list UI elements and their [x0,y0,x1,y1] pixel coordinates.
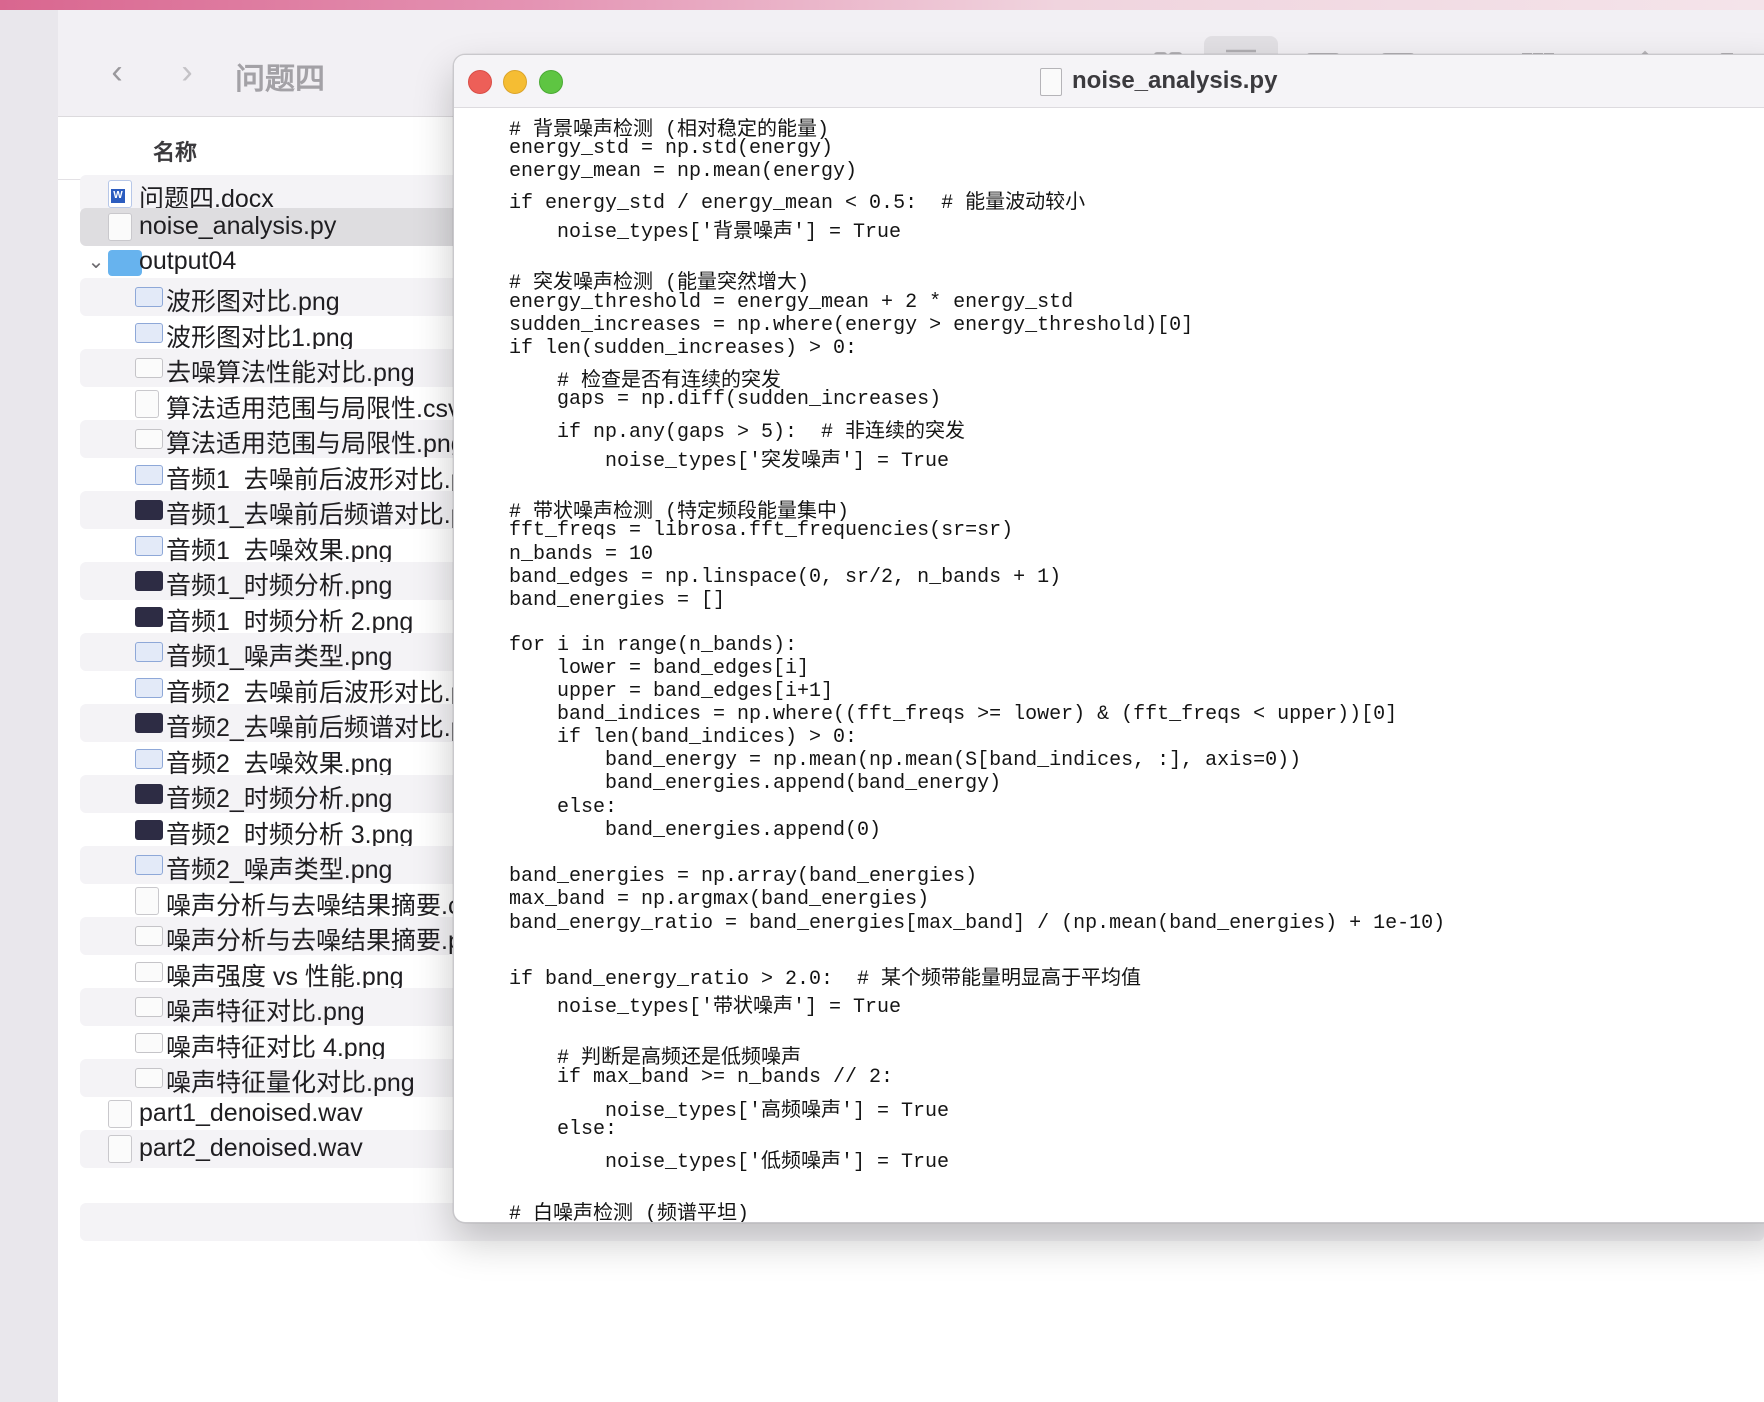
code-line: upper = band_edges[i+1] [509,680,834,703]
code-line: if energy_std / energy_mean < 0.5: # 能量波… [509,192,1086,215]
csv-file-icon [135,887,159,915]
image-file-icon [135,926,163,946]
code-line: lower = band_edges[i] [509,657,810,680]
code-line: energy_std = np.std(energy) [509,137,834,160]
image-file-icon [135,1068,163,1088]
file-name: noise_analysis.py [139,212,337,240]
code-line: if np.any(gaps > 5): # 非连续的突发 [509,421,966,444]
file-name: 噪声特征量化对比.png [166,1069,415,1097]
file-name: 音频2_时频分析.png [166,785,393,813]
image-file-icon [135,820,163,840]
finder-sidebar-edge [0,10,59,1402]
code-line: band_edges = np.linspace(0, sr/2, n_band… [509,566,1062,589]
image-file-icon [135,997,163,1017]
file-name: 音频2_噪声类型.png [166,856,393,884]
image-file-icon [135,713,163,733]
code-line: if max_band >= n_bands // 2: [509,1066,894,1089]
code-line: if len(band_indices) > 0: [509,726,858,749]
code-line: if len(sudden_increases) > 0: [509,337,858,360]
file-name: 去噪算法性能对比.png [166,359,415,387]
code-line: if band_energy_ratio > 2.0: # 某个频带能量明显高于… [509,968,1142,991]
file-name: 噪声分析与去噪结果摘要.pr [166,927,471,955]
folder-icon [108,250,142,276]
code-line: band_energies = np.array(band_energies) [509,865,978,888]
python-file-icon [108,213,132,241]
file-name: output04 [139,247,237,275]
zoom-button[interactable] [539,70,563,94]
close-button[interactable] [468,70,492,94]
file-name: 波形图对比.png [166,288,340,316]
finder-window-title: 问题四 [235,63,325,96]
file-name: part1_denoised.wav [139,1099,363,1127]
image-file-icon [135,500,163,520]
code-line: noise_types['带状噪声'] = True [509,996,902,1019]
file-name: part2_denoised.wav [139,1134,363,1162]
code-line: band_energy = np.mean(np.mean(S[band_ind… [509,749,1302,772]
audio-file-icon [108,1135,132,1163]
image-file-icon [135,855,163,875]
editor-window: noise_analysis.py # 背景噪声检测 (相对稳定的能量) ener… [453,54,1764,1223]
code-line: for i in range(n_bands): [509,634,798,657]
code-line: gaps = np.diff(sudden_increases) [509,388,942,411]
code-line: noise_types['低频噪声'] = True [509,1151,950,1174]
image-file-icon [135,962,163,982]
image-file-icon [135,678,163,698]
forward-button[interactable]: › [172,52,202,92]
image-file-icon [135,607,163,627]
code-line: band_energies = [] [509,589,726,612]
file-name: 音频1_时频分析.png [166,572,393,600]
code-line: energy_threshold = energy_mean + 2 * ene… [509,291,1074,314]
file-name: 音频1_噪声类型.png [166,643,393,671]
code-line: sudden_increases = np.where(energy > ene… [509,314,1194,337]
document-icon [1040,68,1062,96]
back-button[interactable]: ‹ [102,52,132,92]
image-file-icon [135,358,163,378]
csv-file-icon [135,390,159,418]
name-column-header[interactable]: 名称 [153,135,197,167]
file-name: 算法适用范围与局限性.png [166,430,465,458]
image-file-icon [135,571,163,591]
code-line: # 白噪声检测 (频谱平坦) [509,1203,750,1223]
image-file-icon [135,536,163,556]
code-line: max_band = np.argmax(band_energies) [509,888,930,911]
image-file-icon [135,1033,163,1053]
file-name: 噪声特征对比.png [166,998,365,1026]
code-line: band_energies.append(band_energy) [509,772,1002,795]
desktop-top-strip [0,0,1764,10]
file-name: 音频1_去噪前后频谱对比.pr [166,501,473,529]
file-name: 音频2_去噪前后频谱对比.pı [166,714,472,742]
chevron-down-icon[interactable]: ⌄ [86,249,106,274]
audio-file-icon [108,1100,132,1128]
image-file-icon [135,465,163,485]
code-line: noise_types['突发噪声'] = True [509,450,950,473]
code-line: else: [509,796,618,819]
code-line: noise_types['背景噪声'] = True [509,221,902,244]
code-line: fft_freqs = librosa.fft_frequencies(sr=s… [509,519,1014,542]
minimize-button[interactable] [503,70,527,94]
code-line: band_energy_ratio = band_energies[max_ba… [509,912,1446,935]
editor-titlebar[interactable]: noise_analysis.py [454,55,1764,108]
image-file-icon [135,642,163,662]
image-file-icon [135,784,163,804]
image-file-icon [135,287,163,307]
code-line: band_energies.append(0) [509,819,882,842]
editor-title: noise_analysis.py [1072,67,1278,94]
code-line: n_bands = 10 [509,543,654,566]
word-doc-icon [108,180,132,208]
code-line: energy_mean = np.mean(energy) [509,160,858,183]
image-file-icon [135,429,163,449]
image-file-icon [135,323,163,343]
code-line: band_indices = np.where((fft_freqs >= lo… [509,703,1398,726]
code-line: else: [509,1118,618,1141]
image-file-icon [135,749,163,769]
